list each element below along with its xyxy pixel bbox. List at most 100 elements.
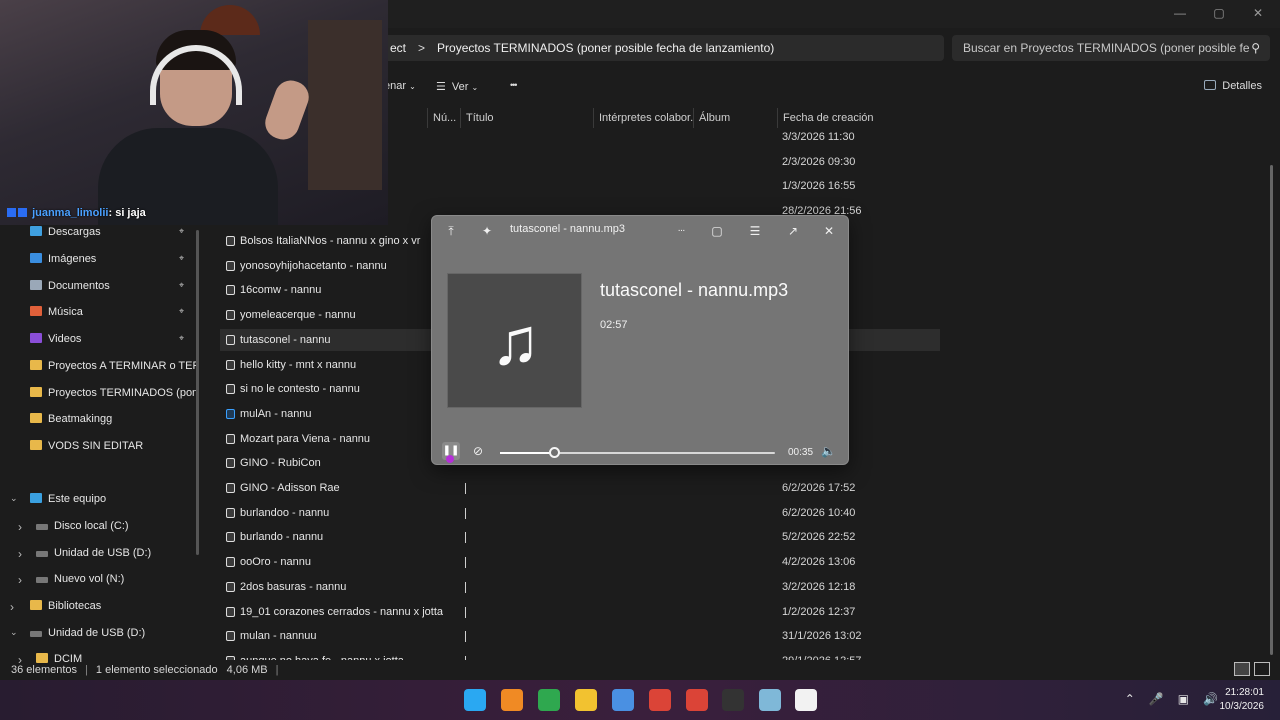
file-icon xyxy=(226,483,235,493)
close-icon[interactable]: ✕ xyxy=(820,222,838,240)
repeat-off-icon[interactable]: ⊘ xyxy=(470,443,486,459)
selection-size: 4,06 MB xyxy=(226,664,268,676)
cell-divider xyxy=(465,631,466,643)
pin-icon[interactable]: ⌖ xyxy=(179,333,184,344)
file-row[interactable]: ooOro - nannu 4/2/2026 13:06 xyxy=(220,551,940,573)
details-view-button[interactable] xyxy=(1234,662,1250,676)
file-row[interactable]: burlandoo - nannu 6/2/2026 10:40 xyxy=(220,502,940,524)
volume-icon[interactable]: 🔈 xyxy=(821,444,836,458)
chevron-right-icon[interactable]: › xyxy=(18,547,22,561)
chevron-down-icon[interactable]: ⌄ xyxy=(10,493,18,504)
search-input[interactable]: Buscar en Proyectos TERMINADOS (poner po… xyxy=(952,35,1270,61)
tree-item[interactable]: Nuevo vol (N:) xyxy=(36,569,196,589)
chrome-profile-icon[interactable] xyxy=(686,689,708,711)
chevron-right-icon[interactable]: › xyxy=(18,573,22,587)
player-title: tutasconel - nannu.mp3 xyxy=(510,223,625,235)
details-pane-button[interactable]: Detalles xyxy=(1204,80,1262,92)
tree-item[interactable]: Unidad de USB (D:) xyxy=(36,543,196,563)
pin-icon[interactable]: ⌖ xyxy=(179,253,184,264)
file-row[interactable]: burlando - nannu 5/2/2026 22:52 xyxy=(220,526,940,548)
chevron-down-icon[interactable]: ⌄ xyxy=(10,627,18,638)
save-icon[interactable]: ▢ xyxy=(708,222,726,240)
tree-item[interactable]: Este equipo xyxy=(30,489,196,509)
pin-icon[interactable]: ⌖ xyxy=(179,226,184,237)
playlist-icon[interactable]: ☰ xyxy=(746,222,764,240)
tree-item[interactable]: Unidad de USB (D:) xyxy=(30,623,196,643)
maximize-button[interactable]: ▢ xyxy=(1204,4,1234,22)
tree-item[interactable]: Bibliotecas xyxy=(30,596,196,616)
fl-studio-icon[interactable] xyxy=(501,689,523,711)
chat-badge-icon xyxy=(18,208,27,217)
share-icon[interactable]: ↗ xyxy=(784,222,802,240)
chevron-up-icon[interactable]: ⌃ xyxy=(1125,692,1135,706)
file-row[interactable]: 19_01 corazones cerrados - nannu x jotta… xyxy=(220,601,940,623)
pin-icon[interactable]: ⌖ xyxy=(179,280,184,291)
column-created-date[interactable]: Fecha de creación xyxy=(777,108,942,128)
file-icon xyxy=(226,285,235,296)
pin-icon[interactable]: ✦ xyxy=(478,222,496,240)
seek-bar[interactable] xyxy=(500,447,775,458)
sidebar-scrollbar[interactable] xyxy=(196,230,199,555)
file-row[interactable]: mulan - nannuu 31/1/2026 13:02 xyxy=(220,625,940,647)
minimize-button[interactable]: — xyxy=(1165,4,1195,22)
breadcrumb-current[interactable]: Proyectos TERMINADOS (poner posible fech… xyxy=(437,41,774,55)
view-icon: ☰ xyxy=(436,81,446,93)
file-icon xyxy=(226,581,235,592)
app-icon[interactable] xyxy=(759,689,781,711)
sidebar-item[interactable]: Proyectos A TERMINAR o TERMIN xyxy=(30,356,196,376)
capcut-icon[interactable] xyxy=(795,689,817,711)
google-drive-icon[interactable] xyxy=(538,689,560,711)
seek-bar-thumb[interactable] xyxy=(549,447,561,458)
close-window-button[interactable]: ✕ xyxy=(1243,4,1273,22)
command-bar: enar ⌄ ☰ Ver ⌄ ••• Detalles xyxy=(384,70,1280,106)
network-icon[interactable]: ▣ xyxy=(1178,692,1189,706)
more-options-button[interactable]: ••• xyxy=(510,80,518,90)
column-artists[interactable]: Intérpretes colabor... xyxy=(593,108,693,128)
start-icon[interactable] xyxy=(464,689,486,711)
file-list-scrollbar[interactable] xyxy=(1270,165,1273,655)
file-explorer-icon[interactable] xyxy=(575,689,597,711)
tree-item-label: Este equipo xyxy=(48,493,107,505)
chevron-right-icon[interactable]: › xyxy=(10,600,14,614)
file-row[interactable]: GINO - Adisson Rae 6/2/2026 17:52 xyxy=(220,477,940,499)
sidebar-item[interactable]: Descargas xyxy=(30,222,196,242)
file-icon xyxy=(226,557,235,568)
address-bar[interactable]: ect > Proyectos TERMINADOS (poner posible … xyxy=(384,35,944,61)
file-icon xyxy=(226,236,235,246)
search-placeholder: Buscar en Proyectos TERMINADOS (poner po… xyxy=(963,41,1250,55)
compact-mode-icon[interactable]: ⤒ xyxy=(442,222,460,240)
file-name: yonosoyhijohacetanto - nannu xyxy=(240,259,387,272)
pin-icon[interactable]: ⌖ xyxy=(179,306,184,317)
sidebar-item[interactable]: VODS SIN EDITAR xyxy=(30,436,196,456)
chrome-icon[interactable] xyxy=(649,689,671,711)
column-title[interactable]: Título xyxy=(460,108,593,128)
folder-icon xyxy=(30,440,42,450)
obs-icon[interactable] xyxy=(722,689,744,711)
chevron-right-icon[interactable]: › xyxy=(18,520,22,534)
tiles-view-button[interactable] xyxy=(1254,662,1270,676)
file-row[interactable]: 2dos basuras - nannu 3/2/2026 12:18 xyxy=(220,576,940,598)
sidebar-item[interactable]: Videos xyxy=(30,329,196,349)
sidebar-item-label: Beatmakingg xyxy=(48,413,113,425)
microphone-icon[interactable]: 🎤 xyxy=(1149,692,1164,706)
file-name: burlando - nannu xyxy=(240,531,324,544)
sidebar-item[interactable]: Beatmakingg xyxy=(30,409,196,429)
column-number[interactable]: Nú... xyxy=(427,108,460,128)
sidebar-item[interactable]: Música xyxy=(30,302,196,322)
more-icon[interactable]: ··· xyxy=(672,222,690,240)
microphone-app-icon[interactable] xyxy=(612,689,634,711)
tree-item[interactable]: Disco local (C:) xyxy=(36,516,196,536)
sidebar-item[interactable]: Proyectos TERMINADOS (poner p xyxy=(30,383,196,403)
file-name: Mozart para Viena - nannu xyxy=(240,432,371,445)
sort-button[interactable]: enar ⌄ xyxy=(384,80,416,92)
column-album[interactable]: Álbum xyxy=(693,108,777,128)
file-row[interactable]: aunque no haya fe - nannu x jotta 29/1/20… xyxy=(220,650,940,660)
tree-item-label: Bibliotecas xyxy=(48,600,102,612)
breadcrumb-parent[interactable]: ect xyxy=(390,41,406,55)
clock[interactable]: 21:28:01 10/3/2026 xyxy=(1220,686,1265,714)
sidebar-item[interactable]: Documentos xyxy=(30,276,196,296)
speaker-icon[interactable]: 🔊 xyxy=(1203,692,1218,706)
sidebar-item[interactable]: Imágenes xyxy=(30,249,196,269)
sidebar-item-label: Descargas xyxy=(48,226,101,238)
view-button[interactable]: ☰ Ver ⌄ xyxy=(436,80,478,93)
